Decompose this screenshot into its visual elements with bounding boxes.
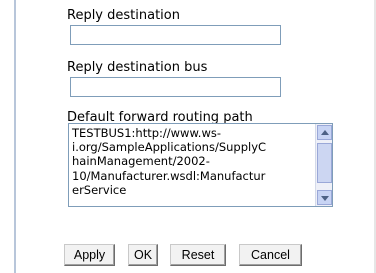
reply-destination-label: Reply destination [67, 8, 180, 23]
left-border [14, 0, 16, 273]
cancel-button[interactable]: Cancel [239, 244, 302, 266]
triangle-down-icon [321, 196, 329, 201]
routing-path-text: TESTBUS1:http://www.ws- i.org/SampleAppl… [72, 126, 267, 197]
reply-destination-bus-label: Reply destination bus [67, 60, 208, 75]
textarea-scrollbar[interactable] [315, 124, 332, 206]
apply-button[interactable]: Apply [64, 244, 115, 266]
scroll-up-button[interactable] [317, 125, 332, 140]
reset-button[interactable]: Reset [170, 244, 226, 266]
default-forward-routing-path-textarea[interactable]: TESTBUS1:http://www.ws- i.org/SampleAppl… [68, 123, 333, 207]
triangle-up-icon [321, 130, 329, 135]
scrollbar-thumb[interactable] [317, 143, 332, 183]
reply-destination-field[interactable] [70, 25, 281, 45]
reply-destination-bus-field[interactable] [70, 77, 281, 97]
scroll-down-button[interactable] [317, 190, 332, 205]
ok-button[interactable]: OK [128, 244, 158, 266]
